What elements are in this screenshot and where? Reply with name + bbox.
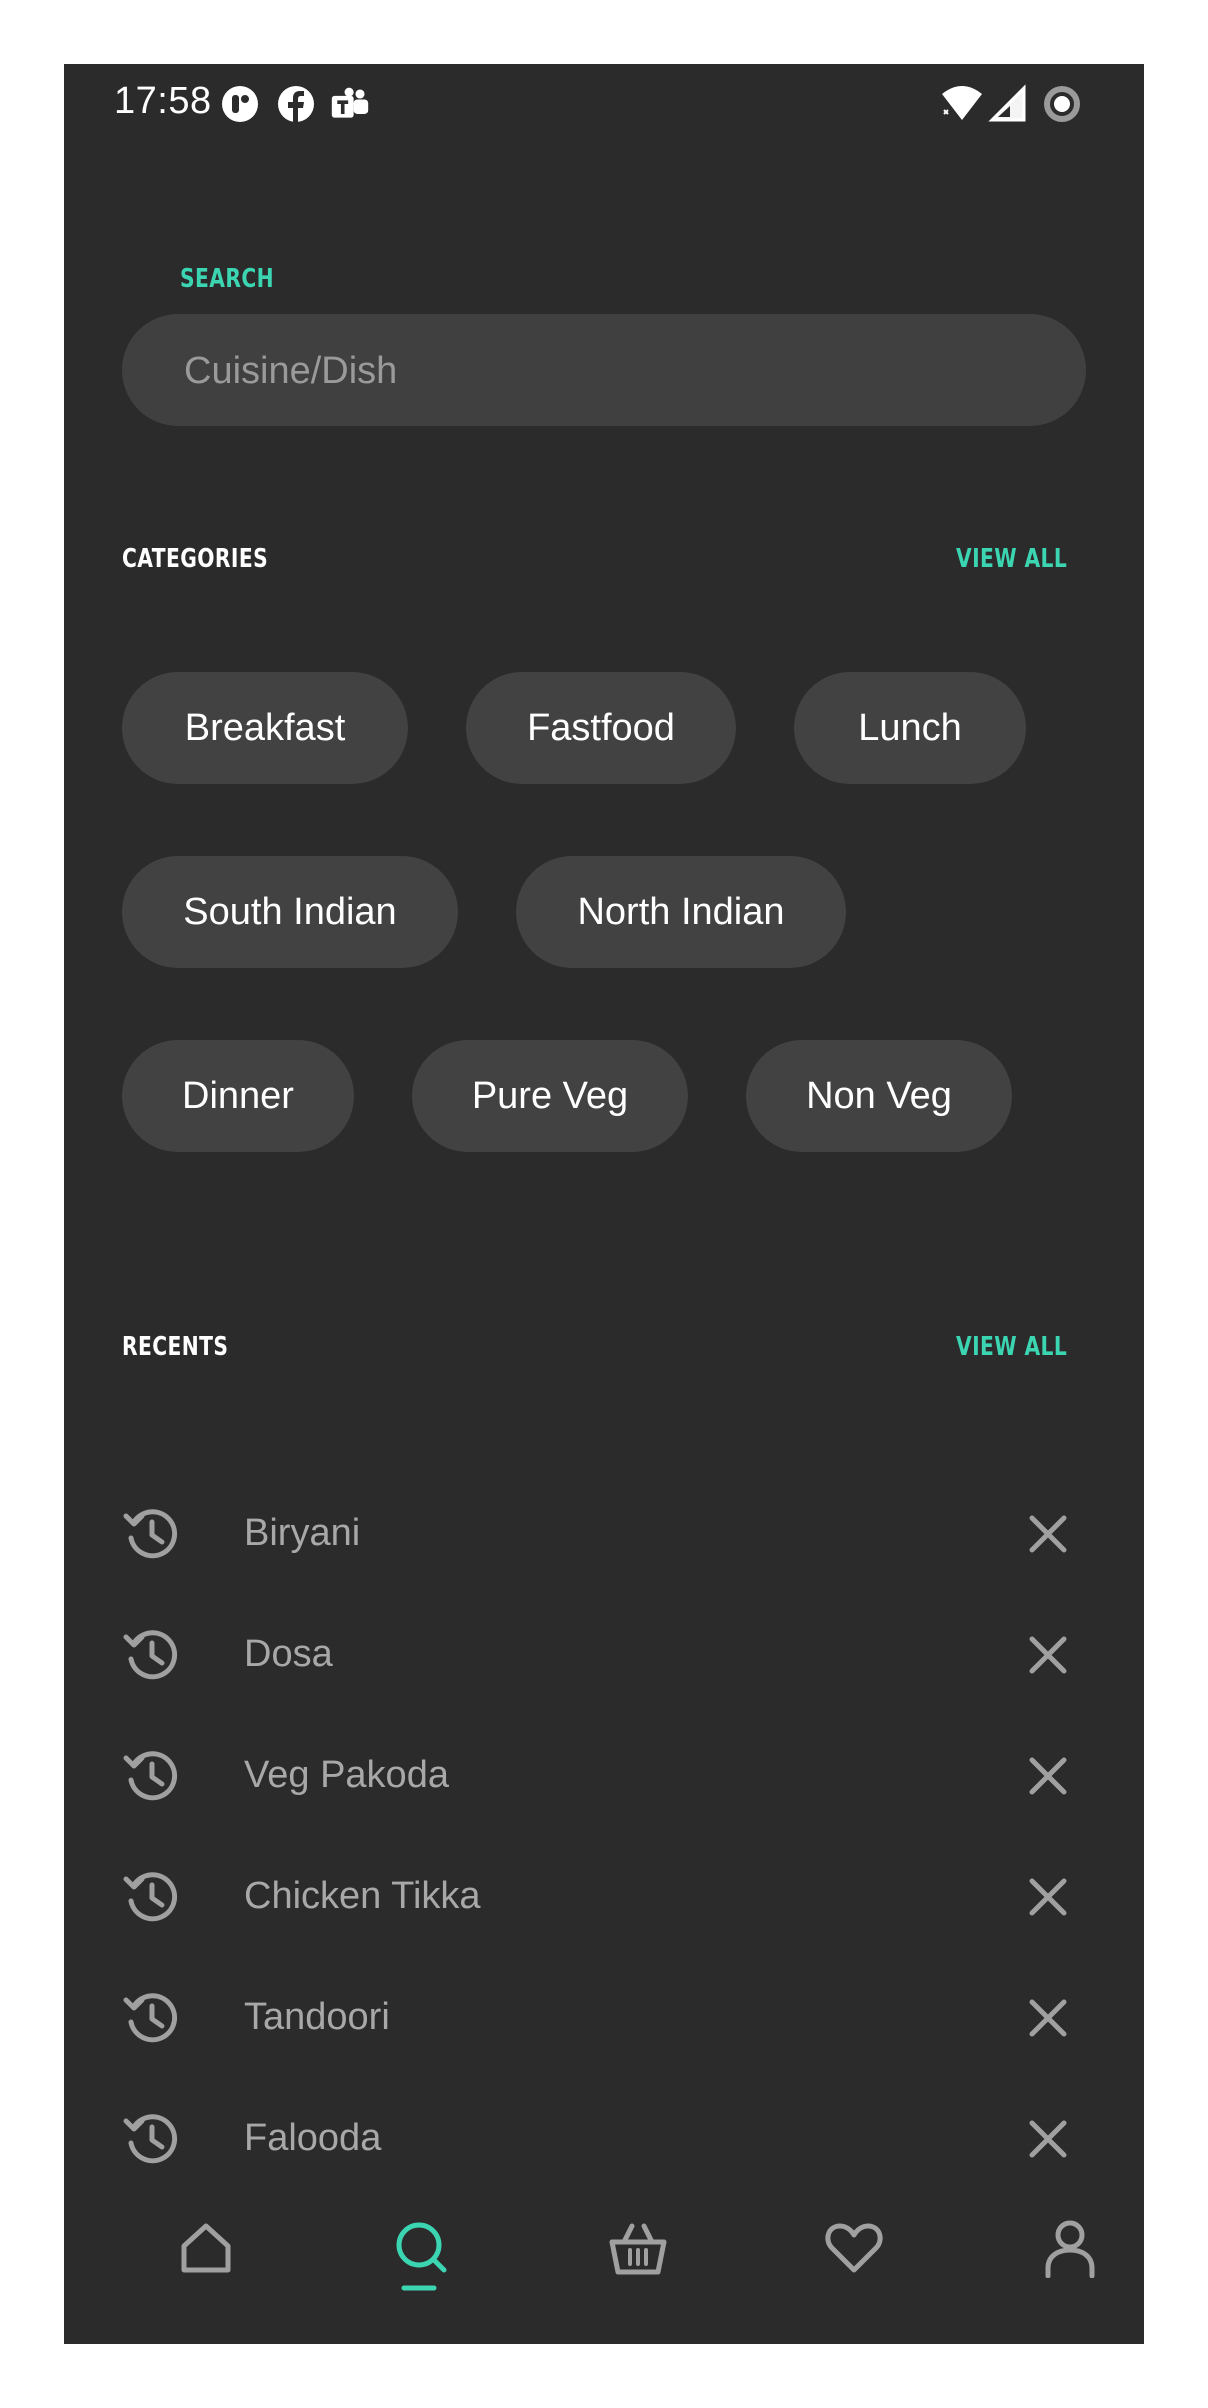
history-icon — [123, 1872, 178, 1922]
history-icon — [123, 1630, 178, 1680]
recent-item-label: Tandoori — [244, 1996, 390, 2038]
close-icon[interactable] — [1022, 1871, 1074, 1923]
recent-item-label: Chicken Tikka — [244, 1875, 481, 1917]
categories-view-all-link[interactable]: VIEW ALL — [956, 544, 1067, 574]
search-input[interactable] — [182, 314, 1046, 428]
profile-icon — [1045, 2220, 1095, 2278]
search-icon — [396, 2222, 447, 2291]
category-chip-lunch[interactable]: Lunch — [794, 672, 1026, 784]
history-icon — [123, 2114, 178, 2164]
history-icon — [123, 1751, 178, 1801]
data-saver-icon — [1044, 86, 1080, 122]
category-chip-breakfast[interactable]: Breakfast — [122, 672, 408, 784]
recents-view-all-link[interactable]: VIEW ALL — [956, 1332, 1067, 1362]
nav-basket[interactable] — [578, 2194, 698, 2314]
recent-item[interactable]: Chicken Tikka — [122, 1847, 1102, 1947]
app-screen: 17:58 SEARCH Cuisine/Dish CATEGORIES VIE… — [64, 64, 1144, 2344]
recent-item[interactable]: Dosa — [122, 1605, 1102, 1705]
heart-icon — [825, 2223, 883, 2273]
category-chip-non-veg[interactable]: Non Veg — [746, 1040, 1012, 1152]
category-chip-north-indian[interactable]: North Indian — [516, 856, 846, 968]
close-icon[interactable] — [1022, 1992, 1074, 2044]
close-icon[interactable] — [1022, 1750, 1074, 1802]
circle-app-icon — [222, 86, 258, 122]
close-icon[interactable] — [1022, 1629, 1074, 1681]
categories-heading: CATEGORIES — [122, 544, 269, 574]
status-bar: 17:58 — [64, 64, 1144, 144]
signal-icon — [988, 84, 1026, 122]
search-bar[interactable] — [122, 314, 1086, 428]
basket-icon — [609, 2223, 667, 2275]
bottom-nav — [64, 2194, 1144, 2344]
recents-heading: RECENTS — [122, 1332, 229, 1362]
category-chip-dinner[interactable]: Dinner — [122, 1040, 354, 1152]
wifi-icon — [942, 86, 982, 120]
recent-item[interactable]: Falooda — [122, 2089, 1102, 2189]
close-icon[interactable] — [1022, 2113, 1074, 2165]
nav-profile[interactable] — [1010, 2194, 1130, 2314]
facebook-icon — [278, 86, 314, 122]
nav-favorites[interactable] — [794, 2194, 914, 2314]
recent-item-label: Veg Pakoda — [244, 1754, 449, 1796]
category-chip-south-indian[interactable]: South Indian — [122, 856, 458, 968]
category-chip-fastfood[interactable]: Fastfood — [466, 672, 736, 784]
recent-item-label: Dosa — [244, 1633, 333, 1675]
close-icon[interactable] — [1022, 1508, 1074, 1560]
nav-home[interactable] — [146, 2194, 266, 2314]
nav-search[interactable] — [362, 2194, 482, 2314]
teams-icon — [331, 87, 369, 118]
history-icon — [123, 1509, 178, 1559]
category-chip-pure-veg[interactable]: Pure Veg — [412, 1040, 688, 1152]
recent-item[interactable]: Biryani — [122, 1484, 1102, 1584]
recent-item-label: Biryani — [244, 1512, 361, 1554]
recent-item[interactable]: Tandoori — [122, 1968, 1102, 2068]
search-label: SEARCH — [180, 264, 274, 294]
status-time: 17:58 — [114, 80, 212, 122]
recent-item-label: Falooda — [244, 2117, 382, 2159]
recent-item[interactable]: Veg Pakoda — [122, 1726, 1102, 1826]
history-icon — [123, 1993, 178, 2043]
home-icon — [181, 2223, 231, 2273]
